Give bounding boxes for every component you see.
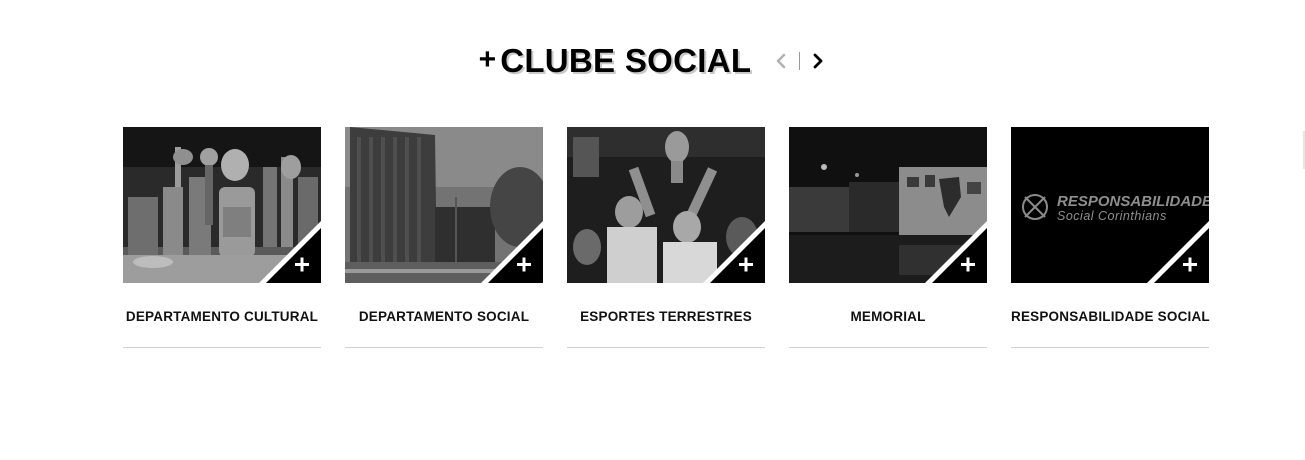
- section-title: CLUBE SOCIAL: [500, 42, 752, 79]
- chevron-left-icon: [777, 53, 786, 69]
- plus-corner-icon: [1147, 221, 1209, 283]
- plus-corner-icon: [703, 221, 765, 283]
- card-image[interactable]: [123, 127, 321, 283]
- section-title-group: + CLUBE SOCIAL: [479, 42, 752, 80]
- plus-icon: +: [478, 43, 497, 76]
- card-image[interactable]: RESPONSABILIDADE Social Corinthians: [1011, 127, 1209, 283]
- chevron-right-icon: [813, 53, 823, 69]
- card-divider: [345, 347, 543, 348]
- card-esportes-terrestres[interactable]: ESPORTES TERRESTRES: [567, 127, 765, 348]
- card-divider: [789, 347, 987, 348]
- section-header: + CLUBE SOCIAL: [0, 38, 1305, 84]
- carousel-track: DEPARTAMENTO CULTURAL DEPARTAMENTO SOCIA…: [123, 127, 1210, 348]
- nav-separator: [799, 52, 801, 70]
- card-title[interactable]: MEMORIAL: [789, 309, 987, 327]
- card-title[interactable]: DEPARTAMENTO CULTURAL: [123, 309, 321, 327]
- card-departamento-social[interactable]: DEPARTAMENTO SOCIAL: [345, 127, 543, 348]
- card-image[interactable]: [789, 127, 987, 283]
- carousel-next-button[interactable]: [810, 51, 826, 71]
- card-image[interactable]: [345, 127, 543, 283]
- plus-corner-icon: [925, 221, 987, 283]
- plus-corner-icon: [481, 221, 543, 283]
- card-divider: [123, 347, 321, 348]
- card-divider: [567, 347, 765, 348]
- carousel-nav: [773, 51, 826, 71]
- card-title[interactable]: DEPARTAMENTO SOCIAL: [345, 309, 543, 327]
- svg-text:RESPONSABILIDADE: RESPONSABILIDADE: [1057, 193, 1209, 210]
- card-title[interactable]: RESPONSABILIDADE SOCIAL: [1011, 309, 1210, 327]
- card-departamento-cultural[interactable]: DEPARTAMENTO CULTURAL: [123, 127, 321, 348]
- card-divider: [1011, 347, 1209, 348]
- card-title[interactable]: ESPORTES TERRESTRES: [567, 309, 765, 327]
- card-image[interactable]: [567, 127, 765, 283]
- card-memorial[interactable]: MEMORIAL: [789, 127, 987, 348]
- carousel-prev-button[interactable]: [773, 51, 789, 71]
- card-responsabilidade-social[interactable]: RESPONSABILIDADE Social Corinthians RESP…: [1011, 127, 1210, 348]
- plus-corner-icon: [259, 221, 321, 283]
